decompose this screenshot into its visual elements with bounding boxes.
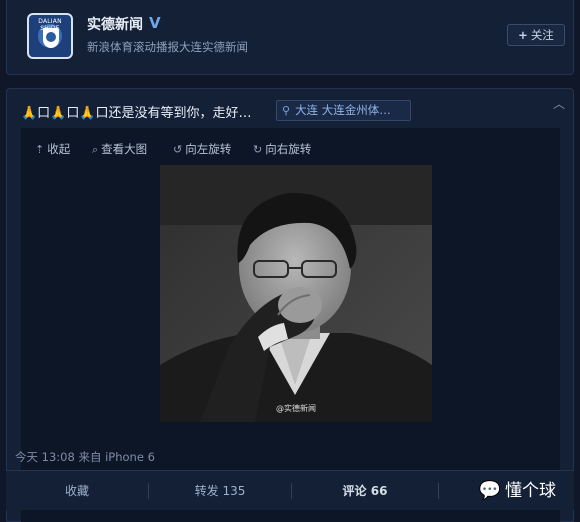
rotate-right-label: 向右旋转 <box>265 142 312 156</box>
search-icon: ⌕ <box>92 143 99 156</box>
post-text: 🙏口🙏口🙏口还是没有等到你，走好… <box>21 106 252 121</box>
collapse-label: 收起 <box>47 142 71 156</box>
post-meta: 今天 13:08 来自 iPhone 6 <box>15 450 155 464</box>
account-subtitle: 新浪体育滚动播报大连实德新闻 <box>87 40 248 54</box>
divider <box>438 483 439 499</box>
rotate-left-button[interactable]: ↺ 向左旋转 <box>173 141 231 157</box>
follow-label: 关注 <box>530 28 554 42</box>
rotate-left-label: 向左旋转 <box>185 142 232 156</box>
media-toolbar: ⇡ 收起 ⌕ 查看大图 ↺ 向左旋转 ↻ 向右旋转 <box>21 128 560 168</box>
location-label: 大连 大连金州体… <box>295 103 391 117</box>
rotate-left-icon: ↺ <box>173 143 183 156</box>
verified-icon: V <box>149 14 161 32</box>
rotate-right-button[interactable]: ↻ 向右旋转 <box>253 141 311 157</box>
view-large-button[interactable]: ⌕ 查看大图 <box>92 141 147 157</box>
view-large-label: 查看大图 <box>101 142 148 156</box>
photo-watermark: @实德新闻 <box>276 404 316 413</box>
post-photo[interactable]: @实德新闻 <box>160 165 432 422</box>
chevron-down-icon[interactable]: ︿ <box>553 95 565 112</box>
comment-button[interactable]: 评论 66 <box>292 471 438 511</box>
action-bar: 收藏 转发 135 评论 66 💬 懂个球 <box>6 470 574 510</box>
photo-image <box>160 165 432 422</box>
repost-button[interactable]: 转发 135 <box>149 471 291 511</box>
account-name[interactable]: 实德新闻 <box>87 14 143 34</box>
shield-icon <box>43 28 59 48</box>
collapse-button[interactable]: ⇡ 收起 <box>35 141 70 157</box>
favorite-button[interactable]: 收藏 <box>6 471 148 511</box>
follow-button[interactable]: + 关注 <box>507 24 565 46</box>
plus-icon: + <box>518 28 528 42</box>
wechat-icon: 💬 <box>478 480 501 501</box>
profile-header: DALIAN SHIDE 实德新闻 V 新浪体育滚动播报大连实德新闻 +关注 <box>6 0 574 75</box>
arrow-up-icon: ⇡ <box>35 143 45 156</box>
brand-watermark: 💬 懂个球 <box>479 479 556 503</box>
location-tag[interactable]: ⚲ 大连 大连金州体… <box>276 100 411 121</box>
rotate-right-icon: ↻ <box>253 143 263 156</box>
location-pin-icon: ⚲ <box>282 104 291 117</box>
avatar[interactable]: DALIAN SHIDE <box>27 13 73 59</box>
brand-label: 懂个球 <box>505 481 556 501</box>
